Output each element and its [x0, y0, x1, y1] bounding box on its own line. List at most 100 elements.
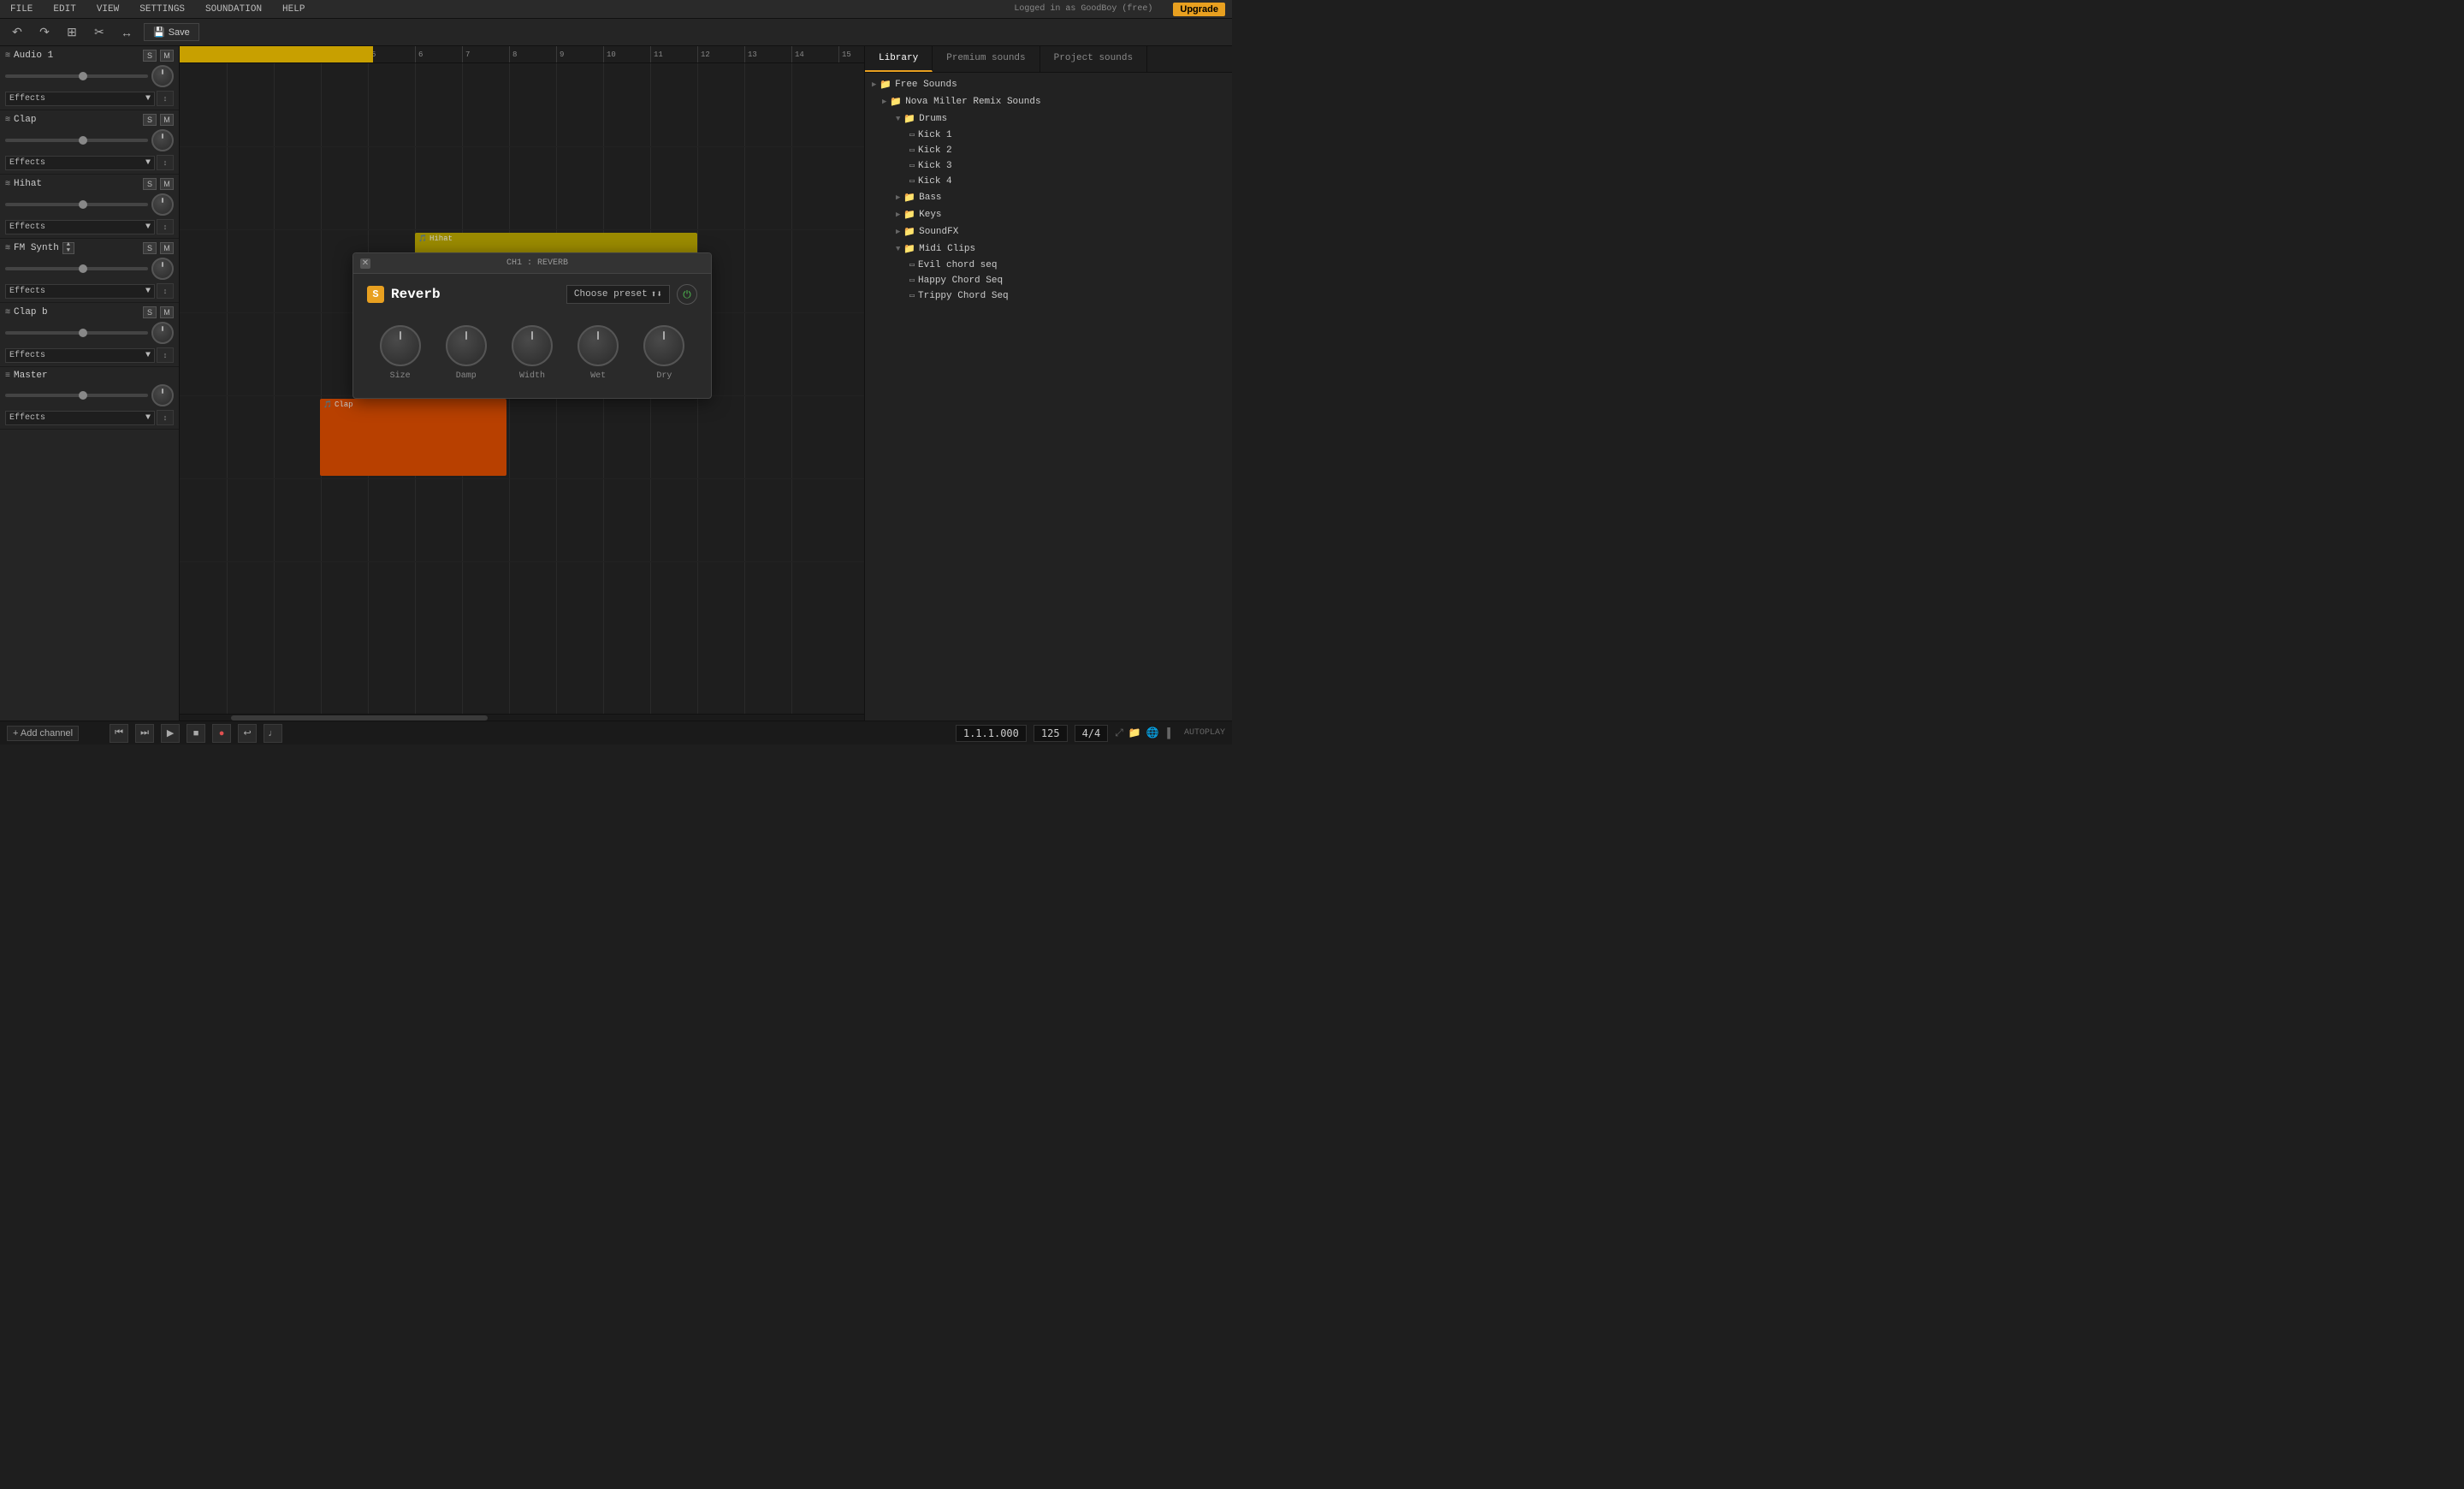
effects-expand-fmsynth[interactable]: ↕ [157, 283, 174, 299]
tab-premium[interactable]: Premium sounds [933, 46, 1040, 72]
effects-dropdown-clapb[interactable]: Effects ▼ [5, 348, 155, 363]
global-icon[interactable]: 🌐 [1146, 727, 1159, 739]
redo-button[interactable]: ↷ [34, 22, 55, 43]
clip-clap[interactable]: 🎵 Clap for(let i=0;i<50;i++){ const h = … [320, 399, 506, 476]
knob-size[interactable] [380, 325, 421, 366]
solo-hihat[interactable]: S [143, 178, 157, 190]
rewind-button[interactable]: ⏮ [110, 724, 128, 743]
fast-forward-button[interactable]: ⏭ [135, 724, 154, 743]
undo-button[interactable]: ↶ [7, 22, 27, 43]
lib-item-happy-chord[interactable]: ▭ Happy Chord Seq [865, 273, 1232, 288]
lib-folder-bass[interactable]: ▶ 📁 Bass [865, 189, 1232, 206]
mute-hihat[interactable]: M [160, 178, 174, 190]
pan-knob-audio1[interactable] [151, 65, 174, 87]
tab-project[interactable]: Project sounds [1040, 46, 1147, 72]
synth-selector-fmsynth[interactable]: ▲ ▼ [62, 242, 74, 254]
resize-button[interactable]: ↔ [116, 22, 137, 43]
reverb-title: CH1 : REVERB [370, 258, 704, 268]
knob-wet[interactable] [578, 325, 619, 366]
save-button[interactable]: 💾 Save [144, 23, 199, 41]
menu-help[interactable]: HELP [279, 3, 308, 16]
fader-fmsynth[interactable] [5, 267, 148, 270]
pan-knob-clap[interactable] [151, 129, 174, 151]
snap-button[interactable]: ⊞ [62, 22, 82, 43]
lib-folder-nova-miller[interactable]: ▶ 📁 Nova Miller Remix Sounds [865, 93, 1232, 110]
file-icon-kick4: ▭ [909, 176, 915, 187]
effects-expand-clap[interactable]: ↕ [157, 155, 174, 170]
effects-dropdown-fmsynth[interactable]: Effects ▼ [5, 284, 155, 299]
knob-width-label: Width [519, 371, 545, 381]
mute-audio1[interactable]: M [160, 50, 174, 62]
stop-button[interactable]: ■ [187, 724, 205, 743]
lib-item-trippy-chord[interactable]: ▭ Trippy Chord Seq [865, 288, 1232, 304]
mute-clapb[interactable]: M [160, 306, 174, 318]
bars-icon[interactable]: ▐ [1164, 727, 1170, 739]
solo-fmsynth[interactable]: S [143, 242, 157, 254]
effects-expand-clapb[interactable]: ↕ [157, 347, 174, 363]
menu-file[interactable]: FILE [7, 3, 36, 16]
expand-view-icon[interactable]: ⤢ [1115, 727, 1123, 739]
knob-dry[interactable] [643, 325, 684, 366]
fader-clap[interactable] [5, 139, 148, 142]
lib-item-kick1[interactable]: ▭ Kick 1 [865, 128, 1232, 143]
menu-soundation[interactable]: SOUNDATION [202, 3, 265, 16]
preset-selector[interactable]: Choose preset ⬆⬇ [566, 285, 670, 304]
lib-folder-free-sounds[interactable]: ▶ 📁 Free Sounds [865, 76, 1232, 93]
lib-folder-drums[interactable]: ▼ 📁 Drums [865, 110, 1232, 128]
power-button[interactable]: ⏻ [677, 284, 697, 305]
effects-dropdown-hihat[interactable]: Effects ▼ [5, 220, 155, 234]
menu-edit[interactable]: EDIT [50, 3, 79, 16]
solo-clap[interactable]: S [143, 114, 157, 126]
reverb-knobs: Size Damp Width Wet Dry [367, 318, 697, 388]
lib-folder-soundfx[interactable]: ▶ 📁 SoundFX [865, 223, 1232, 240]
lib-item-evil-chord[interactable]: ▭ Evil chord seq [865, 258, 1232, 273]
folder-icon-bottom[interactable]: 📁 [1128, 727, 1141, 739]
upgrade-button[interactable]: Upgrade [1173, 3, 1225, 16]
effects-expand-master[interactable]: ↕ [157, 410, 174, 425]
cut-button[interactable]: ✂ [89, 22, 110, 43]
metronome-button[interactable]: ♩ [264, 724, 282, 743]
pan-knob-clapb[interactable] [151, 322, 174, 344]
arranger-scrollbar[interactable] [180, 714, 864, 721]
effects-dropdown-audio1[interactable]: Effects ▼ [5, 92, 155, 106]
expand-icon-bass: ▶ [896, 193, 900, 202]
fader-hihat[interactable] [5, 203, 148, 206]
menu-view[interactable]: VIEW [93, 3, 122, 16]
play-button[interactable]: ▶ [161, 724, 180, 743]
save-label: Save [169, 27, 190, 38]
record-button[interactable]: ● [212, 724, 231, 743]
menu-settings[interactable]: SETTINGS [136, 3, 188, 16]
mute-fmsynth[interactable]: M [160, 242, 174, 254]
lib-folder-midi-clips[interactable]: ▼ 📁 Midi Clips [865, 240, 1232, 258]
scrollbar-thumb[interactable] [231, 715, 488, 721]
knob-damp[interactable] [446, 325, 487, 366]
lib-folder-keys[interactable]: ▶ 📁 Keys [865, 206, 1232, 223]
effects-expand-audio1[interactable]: ↕ [157, 91, 174, 106]
reverb-close-button[interactable]: ✕ [360, 258, 370, 269]
wave-icon-hihat: ≋ [5, 179, 10, 189]
pan-knob-hihat[interactable] [151, 193, 174, 216]
loop-button[interactable]: ↩ [238, 724, 257, 743]
ruler-mark-6: 6 [415, 46, 462, 63]
lib-item-kick3[interactable]: ▭ Kick 3 [865, 158, 1232, 174]
effects-dropdown-clap[interactable]: Effects ▼ [5, 156, 155, 170]
bottom-icons: ⤢ 📁 🌐 ▐ [1115, 727, 1170, 739]
ruler-mark-7: 7 [462, 46, 509, 63]
lib-item-kick2[interactable]: ▭ Kick 2 [865, 143, 1232, 158]
knob-wet-label: Wet [590, 371, 606, 381]
timesig-display: 4/4 [1075, 725, 1109, 742]
mute-clap[interactable]: M [160, 114, 174, 126]
effects-expand-hihat[interactable]: ↕ [157, 219, 174, 234]
fader-clapb[interactable] [5, 331, 148, 335]
tab-library[interactable]: Library [865, 46, 933, 72]
fader-audio1[interactable] [5, 74, 148, 78]
add-channel-button[interactable]: + Add channel [7, 726, 79, 741]
solo-audio1[interactable]: S [143, 50, 157, 62]
lib-item-kick4[interactable]: ▭ Kick 4 [865, 174, 1232, 189]
fader-master[interactable] [5, 394, 148, 397]
solo-clapb[interactable]: S [143, 306, 157, 318]
knob-width[interactable] [512, 325, 553, 366]
effects-dropdown-master[interactable]: Effects ▼ [5, 411, 155, 425]
pan-knob-master[interactable] [151, 384, 174, 406]
pan-knob-fmsynth[interactable] [151, 258, 174, 280]
